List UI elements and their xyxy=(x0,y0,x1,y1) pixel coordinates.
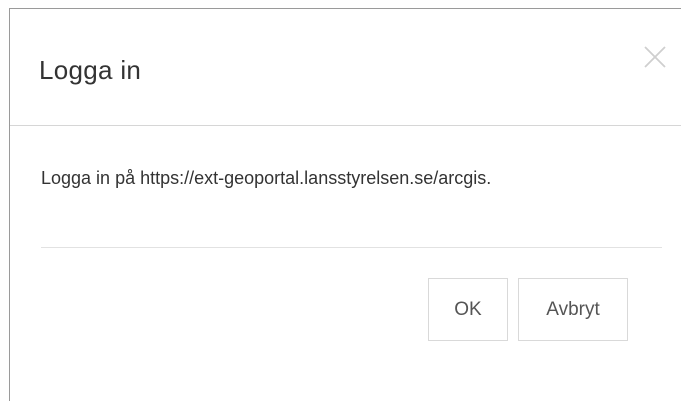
dialog-title: Logga in xyxy=(39,55,142,85)
footer-divider xyxy=(41,247,662,248)
close-button[interactable] xyxy=(639,41,671,73)
close-icon xyxy=(639,41,671,73)
ok-button[interactable]: OK xyxy=(428,278,508,341)
dialog-header: Logga in xyxy=(10,9,681,126)
login-dialog: Logga in Logga in på https://ext-geoport… xyxy=(9,8,681,401)
dialog-message: Logga in på https://ext-geoportal.lansst… xyxy=(41,168,492,188)
cancel-button[interactable]: Avbryt xyxy=(518,278,628,341)
